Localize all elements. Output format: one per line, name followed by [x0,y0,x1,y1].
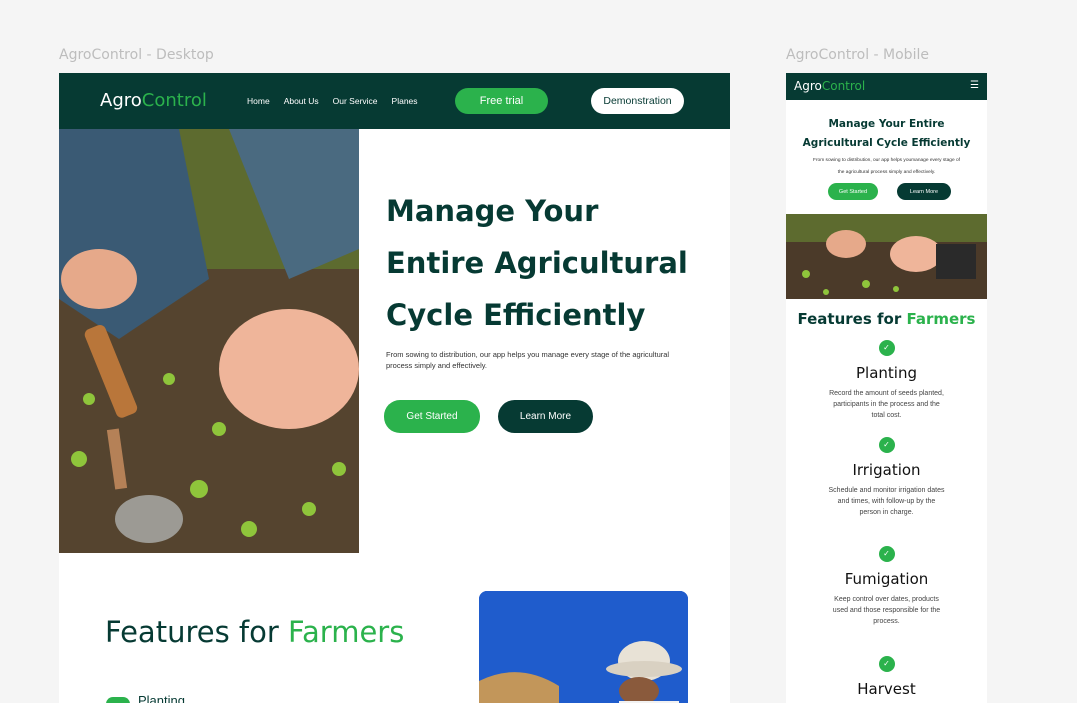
feature-description: Record the amount of seeds planted, part… [829,390,944,419]
demonstration-button[interactable]: Demonstration [591,88,684,114]
desktop-frame-label: AgroControl - Desktop [59,47,214,63]
hero-subtitle: From sowing to distribution, our app hel… [386,350,670,370]
nav-link-planes[interactable]: Planes [392,96,418,106]
mobile-learn-more-button[interactable]: Learn More [897,183,951,200]
check-icon: ✓ [878,546,895,562]
feature-planting-label: Planting [138,693,185,703]
hero-title: Manage Your Entire Agricultural Cycle Ef… [386,194,688,332]
desktop-logo[interactable]: AgroControl [100,90,207,111]
free-trial-button[interactable]: Free trial [455,88,548,114]
check-icon: ✓ [878,437,895,453]
desktop-frame: AgroControl Home About Us Our Service Pl… [59,73,730,703]
nav-link-home[interactable]: Home [247,96,270,106]
feature-harvest: ✓ Harvest [786,656,987,698]
learn-more-button[interactable]: Learn More [498,400,593,433]
feature-name: Irrigation [852,461,921,479]
mobile-hero-image [786,214,987,299]
logo-control: Control [821,79,866,93]
feature-fumigation: ✓ Fumigation Keep control over dates, pr… [786,546,987,627]
features-title-accent: Farmers [906,310,976,328]
mobile-navbar: AgroControl ☰ [786,73,987,100]
desktop-nav-links: Home About Us Our Service Planes [247,96,418,106]
mobile-hero-subtitle: From sowing to distribution, our app hel… [813,158,960,175]
feature-irrigation: ✓ Irrigation Schedule and monitor irriga… [786,437,987,518]
feature-planting: ✓ Planting Record the amount of seeds pl… [786,340,987,421]
feature-description: Schedule and monitor irrigation dates an… [828,487,945,516]
hamburger-icon[interactable]: ☰ [970,81,979,91]
logo-control: Control [141,90,207,111]
features-title: Features for Farmers [105,615,404,649]
feature-description: Keep control over dates, products used a… [832,596,941,625]
feature-name: Harvest [857,680,916,698]
nav-link-about[interactable]: About Us [284,96,319,106]
mobile-frame: AgroControl ☰ Manage Your Entire Agricul… [786,73,987,703]
hero-gardening-image [59,129,359,553]
desktop-navbar: AgroControl Home About Us Our Service Pl… [59,73,730,129]
nav-link-service[interactable]: Our Service [333,96,378,106]
mobile-hero-title: Manage Your Entire Agricultural Cycle Ef… [802,118,971,149]
features-title-text: Features for [105,615,289,649]
mobile-logo[interactable]: AgroControl [794,79,865,93]
farmer-image [479,591,688,703]
features-title-accent: Farmers [288,615,405,649]
features-title-text: Features for [797,310,907,328]
check-icon: ✓ [878,656,895,672]
mobile-frame-label: AgroControl - Mobile [786,47,929,63]
mobile-features-title: Features for Farmers [786,310,987,328]
check-icon [106,697,130,703]
feature-name: Fumigation [844,570,929,588]
feature-name: Planting [856,364,917,382]
check-icon: ✓ [878,340,895,356]
get-started-button[interactable]: Get Started [384,400,480,433]
mobile-get-started-button[interactable]: Get Started [828,183,878,200]
logo-agro: Agro [100,90,142,111]
logo-agro: Agro [794,79,822,93]
